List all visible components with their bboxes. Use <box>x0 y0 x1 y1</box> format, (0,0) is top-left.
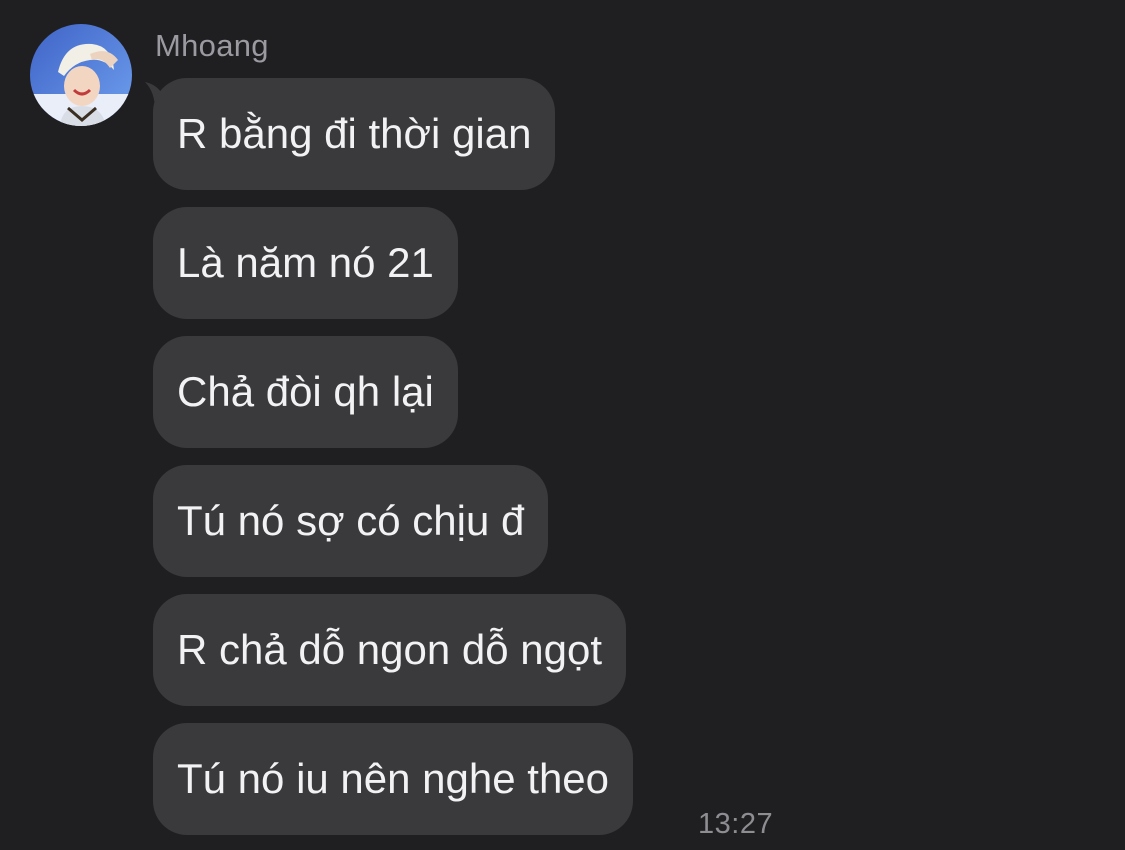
message-bubble[interactable]: Chả đòi qh lại <box>153 336 458 448</box>
avatar[interactable] <box>30 24 132 126</box>
message-bubble[interactable]: Là năm nó 21 <box>153 207 458 319</box>
message-bubble[interactable]: Tú nó sợ có chịu đ <box>153 465 549 577</box>
chat-thread: Mhoang R bằng đi thời gian Là năm nó 21 … <box>0 0 1125 850</box>
sender-name[interactable]: Mhoang <box>155 28 269 64</box>
message-bubble[interactable]: R chả dỗ ngon dỗ ngọt <box>153 594 627 706</box>
message-timestamp: 13:27 <box>698 808 774 840</box>
message-bubble[interactable]: Tú nó iu nên nghe theo <box>153 723 634 835</box>
message-bubble[interactable]: R bằng đi thời gian <box>153 78 556 190</box>
user-avatar-photo-icon <box>30 24 132 126</box>
